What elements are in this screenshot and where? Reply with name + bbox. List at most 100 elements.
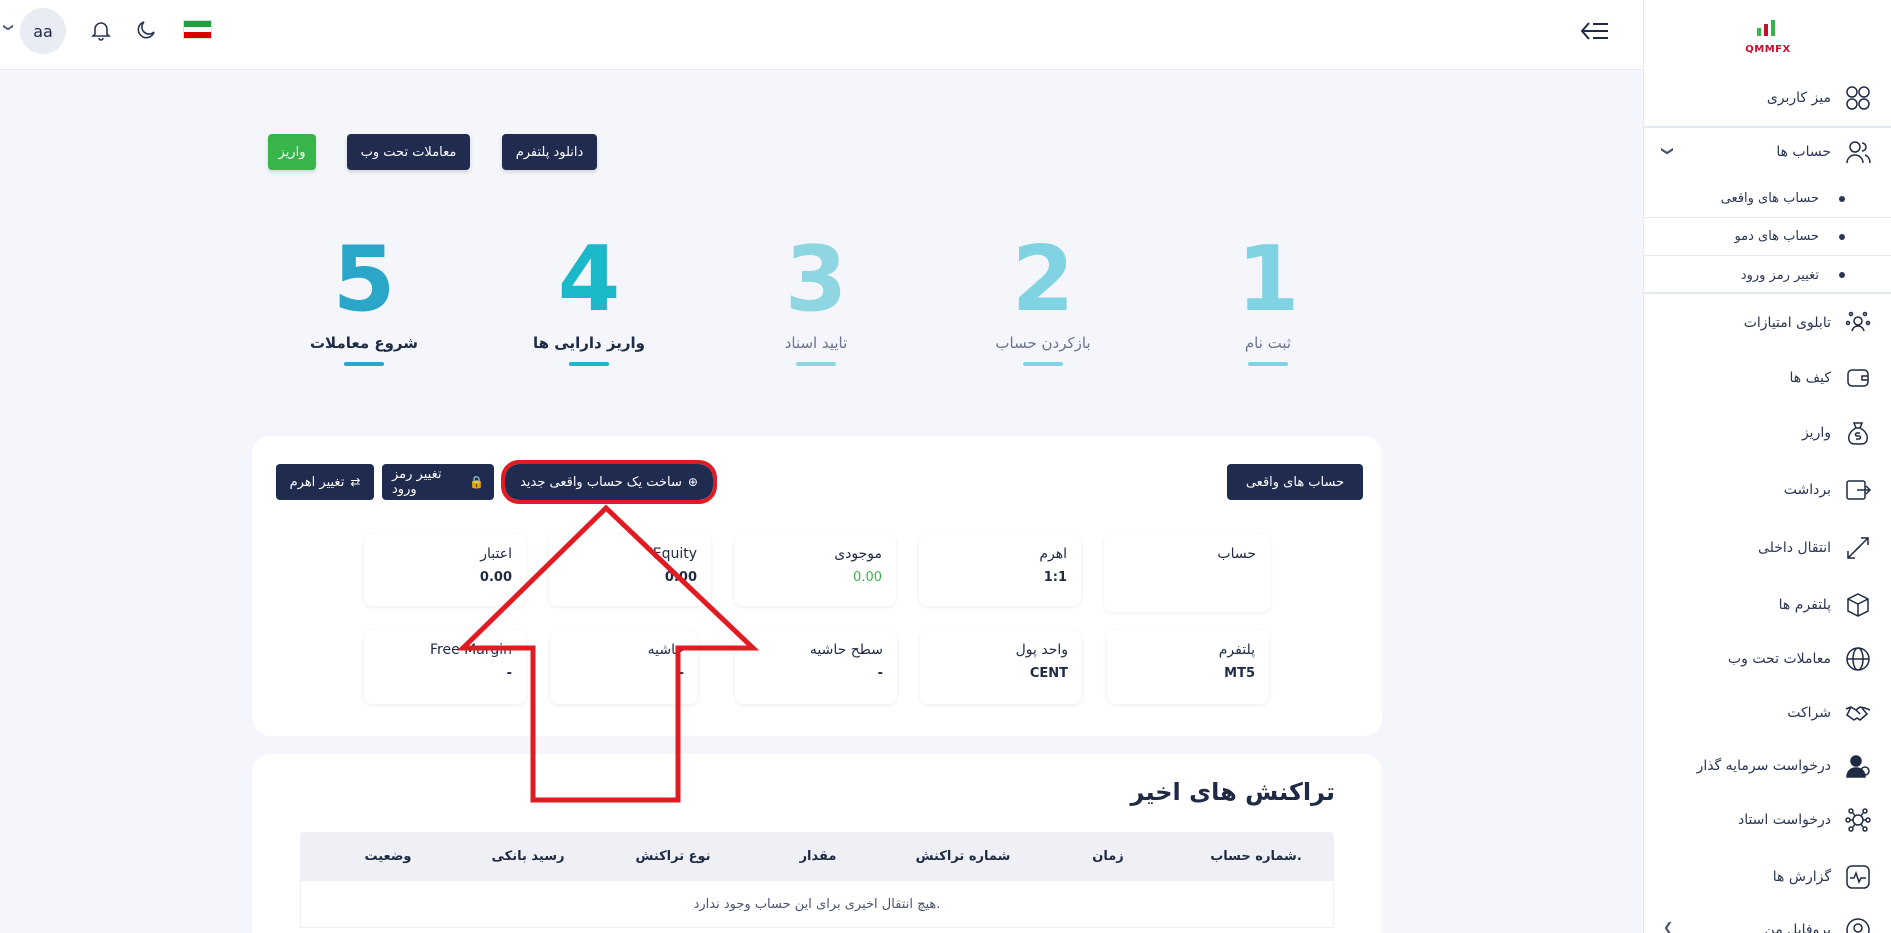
chevron-down-icon[interactable]: ❯ (1661, 146, 1675, 156)
change-password-button[interactable]: 🔒 تغییر رمز ورود (382, 464, 494, 500)
step-underline (796, 362, 836, 366)
step-number: 5 (332, 227, 396, 332)
report-icon (1843, 862, 1873, 892)
step-number: 4 (557, 227, 621, 332)
info-value: 0.00 (479, 570, 512, 585)
column-header: شماره حساب. (1210, 848, 1302, 864)
info-key: سطح حاشیه (809, 642, 883, 658)
step-label: تایید اسناد (784, 334, 848, 352)
bullet-icon (1839, 272, 1845, 278)
transactions-table: شماره حساب. زمان شماره تراکنش مقدار نوع … (300, 832, 1334, 928)
step-number: 2 (1011, 227, 1075, 332)
sidebar-item-label: تابلوی امتیازات (1743, 315, 1831, 331)
button-label: حساب های واقعی (1245, 474, 1345, 490)
web-trading-button[interactable]: معاملات تحت وب (347, 134, 470, 170)
info-currency: واحد پول CENT (920, 630, 1082, 704)
sidebar-item-label: درخواست سرمایه گذار (1696, 758, 1831, 774)
sidebar-item-partnership[interactable]: شراکت (1643, 691, 1891, 735)
step-deposit-assets: 4 واریز دارایی ها (529, 230, 649, 366)
sidebar-item-platforms[interactable]: پلتفرم ها (1643, 583, 1891, 627)
sidebar-item-leaderboard[interactable]: تابلوی امتیازات (1643, 301, 1891, 345)
step-label: ثبت نام (1244, 334, 1292, 352)
info-account: حساب (1104, 534, 1270, 612)
sidebar-item-label: درخواست استاد (1737, 812, 1831, 828)
step-start-trading: 5 شروع معاملات (304, 230, 424, 366)
info-key: پلتفرم (1218, 642, 1255, 658)
sidebar-item-label: میز کاربری (1766, 90, 1831, 106)
user-avatar[interactable]: aa (20, 8, 66, 54)
info-key: حاشیه (647, 642, 684, 658)
sidebar-item-master-request[interactable]: درخواست استاد (1643, 798, 1891, 842)
sidebar-item-profile[interactable]: پروفایل من ❯ (1643, 908, 1891, 933)
info-margin: حاشیه - (550, 630, 698, 704)
step-underline (344, 362, 384, 366)
sidebar-item-label: شراکت (1787, 705, 1831, 721)
handshake-icon (1843, 698, 1873, 728)
step-open-account: 2 بازکردن حساب (983, 230, 1103, 366)
create-real-account-button[interactable]: ⊕ ساخت یک حساب واقعی جدید (501, 460, 717, 504)
column-header: وضعیت (364, 848, 412, 864)
info-balance: موجودی 0.00 (734, 534, 896, 606)
sidebar-item-withdraw[interactable]: برداشت (1643, 468, 1891, 512)
sidebar-subitem-label: حساب های دمو (1734, 229, 1819, 244)
step-label: بازکردن حساب (995, 334, 1091, 352)
sidebar-subitem-label: حساب های واقعی (1720, 191, 1819, 206)
sidebar-subitem-demo-accounts[interactable]: حساب های دمو (1643, 218, 1891, 256)
step-label: شروع معاملات (309, 334, 418, 352)
menu-toggle-icon[interactable] (1580, 20, 1609, 42)
moon-icon[interactable] (134, 18, 158, 42)
users-icon (1843, 137, 1873, 167)
plus-circle-icon: ⊕ (687, 475, 698, 489)
bell-icon[interactable] (89, 18, 113, 42)
button-label: ساخت یک حساب واقعی جدید (520, 474, 682, 490)
wallet-icon (1843, 363, 1873, 393)
info-key: واحد پول (1015, 642, 1068, 658)
sidebar-subitem-real-accounts[interactable]: حساب های واقعی (1643, 180, 1891, 218)
info-value: MT5 (1224, 666, 1255, 681)
info-leverage: اهرم 1:1 (919, 534, 1081, 606)
sidebar-subitem-change-password[interactable]: تغییر رمز ورود (1643, 256, 1891, 294)
sidebar-item-label: پلتفرم ها (1778, 597, 1831, 613)
column-header: نوع تراکنش (635, 848, 711, 864)
sidebar-item-label: گزارش ها (1772, 869, 1831, 885)
info-key: موجودی (834, 546, 882, 562)
sidebar-item-internal-transfer[interactable]: انتقال داخلی (1643, 526, 1891, 570)
sidebar-item-label: انتقال داخلی (1757, 540, 1831, 556)
globe-icon (1843, 644, 1873, 674)
info-value: - (506, 666, 512, 681)
sidebar-item-accounts[interactable]: حساب ها ❯ (1643, 130, 1891, 174)
sidebar-item-reports[interactable]: گزارش ها (1643, 855, 1891, 899)
sidebar-item-label: کیف ها (1789, 370, 1831, 386)
chevron-left-icon[interactable]: ❯ (1663, 922, 1673, 933)
real-accounts-button[interactable]: حساب های واقعی (1227, 464, 1363, 500)
profile-icon (1843, 915, 1873, 933)
info-value: CENT (1029, 666, 1068, 681)
info-platform: پلتفرم MT5 (1107, 630, 1269, 704)
sidebar-item-investor-request[interactable]: درخواست سرمایه گذار (1643, 744, 1891, 788)
info-value: 0.00 (664, 570, 697, 585)
transfer-icon (1843, 533, 1873, 563)
brand-logo[interactable]: QMMFX (1743, 18, 1793, 55)
button-label: تغییر رمز ورود (392, 467, 442, 497)
investor-icon (1843, 751, 1873, 781)
step-number: 1 (1236, 227, 1300, 332)
sidebar-item-label: پروفایل من (1764, 922, 1831, 933)
withdraw-icon (1843, 475, 1873, 505)
sidebar-item-label: معاملات تحت وب (1727, 651, 1831, 667)
info-margin-level: سطح حاشیه - (735, 630, 897, 704)
sidebar-item-wallets[interactable]: کیف ها (1643, 356, 1891, 400)
sidebar-item-deposit[interactable]: واریز (1643, 411, 1891, 455)
sidebar-item-dashboard[interactable]: میز کاربری (1643, 76, 1891, 120)
column-header: شماره تراکنش (915, 848, 1011, 864)
download-platform-button[interactable]: دانلود پلتفرم (502, 134, 597, 170)
logo-text: QMMFX (1745, 44, 1791, 55)
sidebar-item-web-trading[interactable]: معاملات تحت وب (1643, 637, 1891, 681)
deposit-button[interactable]: واریز (268, 134, 316, 170)
info-value: 0.00 (853, 570, 882, 585)
transactions-title: تراکنش های اخیر (1130, 778, 1335, 806)
iran-flag-icon[interactable] (183, 20, 212, 39)
change-leverage-button[interactable]: ⇄ تغییر اهرم (276, 464, 374, 500)
chevron-down-icon[interactable]: ❯ (3, 23, 14, 31)
top-header: ❯ aa (0, 0, 1643, 70)
empty-state-text: هیچ انتقال اخیری برای این حساب وجود ندار… (300, 880, 1334, 928)
